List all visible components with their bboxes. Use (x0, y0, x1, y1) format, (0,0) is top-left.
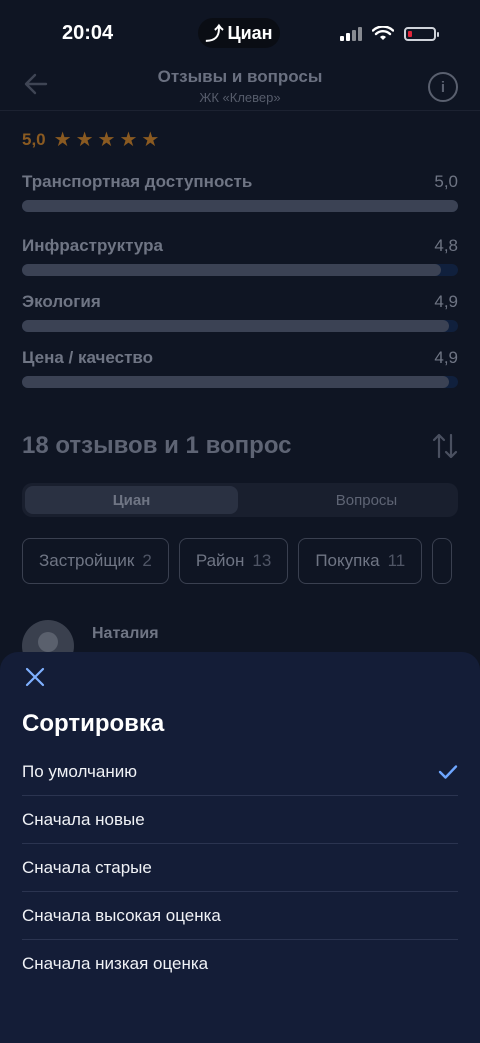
source-segmented-control: Циан Вопросы (22, 483, 458, 517)
criterion-infrastructure: Инфраструктура 4,8 (22, 236, 458, 276)
star-icon: ★ (53, 129, 72, 151)
rating-value: 5,0 (22, 130, 46, 149)
star-icon: ★ (119, 129, 138, 151)
sort-bottom-sheet: Сортировка По умолчанию Сначала новые Сн… (0, 652, 480, 1043)
sort-option-label: Сначала новые (22, 809, 145, 829)
chip-label: Покупка (315, 551, 380, 570)
sort-options: По умолчанию Сначала новые Сначала стары… (22, 748, 458, 988)
reviewer-name: Наталия (92, 625, 159, 642)
sort-option-oldest[interactable]: Сначала старые (22, 844, 458, 892)
criterion-price-quality: Цена / качество 4,9 (22, 348, 458, 388)
chip-count: 13 (252, 551, 272, 570)
page-subtitle: ЖК «Клевер» (199, 90, 281, 105)
criterion-label: Инфраструктура (22, 236, 163, 255)
sort-title: Сортировка (22, 710, 165, 737)
sort-option-label: Сначала низкая оценка (22, 954, 209, 973)
chip-next-partial[interactable] (432, 538, 453, 584)
status-icons (340, 26, 439, 42)
header-divider (0, 110, 480, 111)
sort-option-default[interactable]: По умолчанию (22, 748, 458, 796)
chip-label: Застройщик (39, 551, 135, 570)
tab-cian[interactable]: Циан (25, 486, 238, 514)
criterion-value: 4,9 (434, 348, 458, 367)
close-icon[interactable] (24, 666, 46, 688)
tab-questions[interactable]: Вопросы (260, 486, 473, 514)
page-title: Отзывы и вопросы (157, 67, 323, 86)
criterion-bar (22, 320, 458, 332)
reviews-title: 18 отзывов и 1 вопрос (22, 432, 292, 459)
sort-option-newest[interactable]: Сначала новые (22, 796, 458, 844)
criterion-label: Цена / качество (22, 348, 154, 367)
criterion-bar (22, 376, 458, 388)
criterion-value: 5,0 (434, 172, 458, 191)
info-icon[interactable]: i (428, 72, 458, 102)
battery-icon (404, 27, 439, 41)
star-icon: ★ (141, 129, 160, 151)
criterion-value: 4,9 (434, 292, 458, 311)
reviews-screen: 20:04 ⤴ Циан Отзывы и вопросы ЖК «Клевер… (0, 0, 480, 1043)
chip-purchase[interactable]: Покупка 11 (298, 538, 423, 584)
overall-rating: 5,0 ★ ★ ★ ★ ★ (22, 130, 159, 150)
dynamic-island-pill: ⤴ Циан (198, 18, 280, 48)
criterion-bar (22, 200, 458, 212)
criterion-transport: Транспортная доступность 5,0 (22, 172, 458, 212)
checkmark-icon (438, 764, 458, 779)
chip-label: Район (195, 551, 245, 570)
pill-label: Циан (227, 22, 273, 43)
status-time: 20:04 (62, 22, 114, 44)
sort-option-low-rating[interactable]: Сначала низкая оценка (22, 940, 458, 988)
sort-option-label: Сначала высокая оценка (22, 905, 221, 925)
criterion-value: 4,8 (434, 236, 458, 255)
sort-option-high-rating[interactable]: Сначала высокая оценка (22, 892, 458, 940)
status-bar: 20:04 ⤴ Циан (0, 0, 480, 64)
star-icon: ★ (97, 129, 116, 151)
chip-district[interactable]: Район 13 (178, 538, 289, 584)
chip-count: 2 (142, 551, 152, 570)
sort-option-label: Сначала старые (22, 857, 152, 877)
criterion-bar (22, 264, 458, 276)
chip-count: 11 (387, 551, 406, 570)
criterion-ecology: Экология 4,9 (22, 292, 458, 332)
cian-logo-icon: ⤴ (205, 24, 224, 44)
cellular-signal-icon (340, 27, 362, 41)
criterion-label: Транспортная доступность (22, 172, 253, 191)
sort-icon[interactable] (432, 432, 458, 460)
sort-option-label: По умолчанию (22, 761, 137, 781)
topic-chips: Застройщик 2 Район 13 Покупка 11 (22, 538, 453, 584)
chip-developer[interactable]: Застройщик 2 (22, 538, 169, 584)
wifi-icon (372, 26, 394, 40)
criterion-label: Экология (22, 292, 101, 311)
star-icon: ★ (75, 129, 94, 151)
